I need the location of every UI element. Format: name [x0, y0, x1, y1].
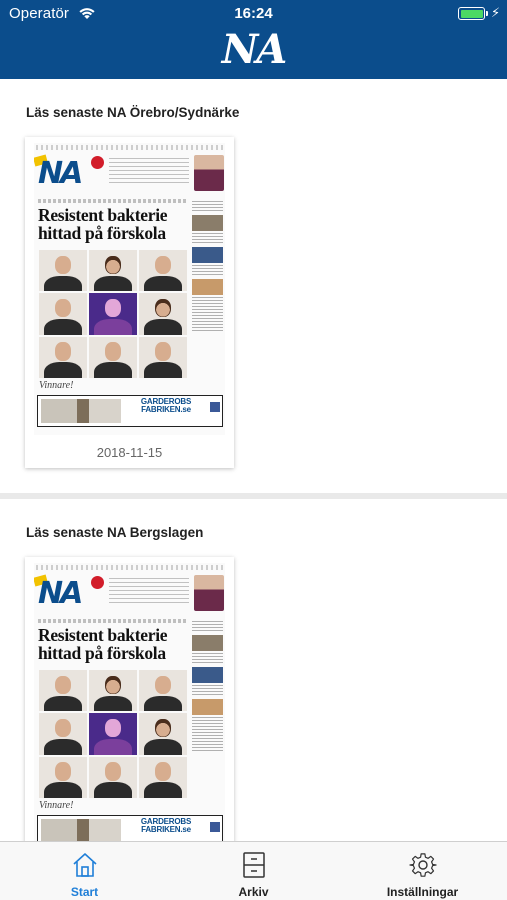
cover-logo: NA: [38, 156, 83, 191]
cover-sidebar: [191, 621, 224, 811]
cover-photo-grid: [39, 670, 187, 798]
app-header: Operatör 16:24 ⚡ NA: [0, 0, 507, 79]
archive-icon: [243, 852, 265, 878]
gear-icon: [409, 853, 437, 877]
cover-sidebar: [191, 201, 224, 391]
newspaper-cover[interactable]: NA Resistent bakterie hittad på förskola…: [34, 143, 225, 435]
status-bar: Operatör 16:24 ⚡: [0, 0, 507, 28]
charging-icon: ⚡: [491, 5, 501, 20]
cover-portrait: [194, 575, 224, 611]
newspaper-cover[interactable]: NA Resistent bakterie hittad på förskola…: [34, 563, 225, 855]
section-title: Läs senaste NA Bergslagen: [26, 525, 204, 540]
cover-headline: Resistent bakterie hittad på förskola: [38, 625, 168, 663]
facebook-icon: [210, 402, 220, 412]
tab-bar: Start Arkiv Inställningar: [0, 841, 507, 900]
tab-label: Inställningar: [386, 885, 459, 899]
cover-portrait: [194, 155, 224, 191]
issue-card[interactable]: NA Resistent bakterie hittad på förskola…: [25, 137, 234, 468]
cover-caption: Vinnare!: [39, 800, 74, 811]
cover-advertisement: GARDEROBS FABRIKEN.se: [37, 395, 223, 427]
status-time: 16:24: [234, 5, 273, 22]
edition-section-bergslagen: Läs senaste NA Bergslagen NA Resistent b…: [0, 499, 507, 855]
battery-icon: [458, 7, 488, 20]
tab-label: Arkiv: [238, 885, 269, 899]
section-title: Läs senaste NA Örebro/Sydnärke: [26, 105, 240, 120]
edition-section-orebro: Läs senaste NA Örebro/Sydnärke NA Resist…: [0, 79, 507, 493]
tab-arkiv[interactable]: Arkiv: [169, 842, 338, 900]
tab-label: Start: [70, 885, 99, 899]
cover-caption: Vinnare!: [39, 380, 74, 391]
issue-date: 2018-11-15: [96, 445, 163, 460]
cover-headline: Resistent bakterie hittad på förskola: [38, 205, 168, 243]
issue-card[interactable]: NA Resistent bakterie hittad på förskola…: [25, 557, 234, 855]
tab-installningar[interactable]: Inställningar: [338, 842, 507, 900]
tab-start[interactable]: Start: [0, 842, 169, 900]
home-icon: [73, 853, 97, 877]
facebook-icon: [210, 822, 220, 832]
app-logo: NA: [221, 26, 288, 73]
cover-logo: NA: [38, 576, 83, 611]
cover-photo-grid: [39, 250, 187, 378]
